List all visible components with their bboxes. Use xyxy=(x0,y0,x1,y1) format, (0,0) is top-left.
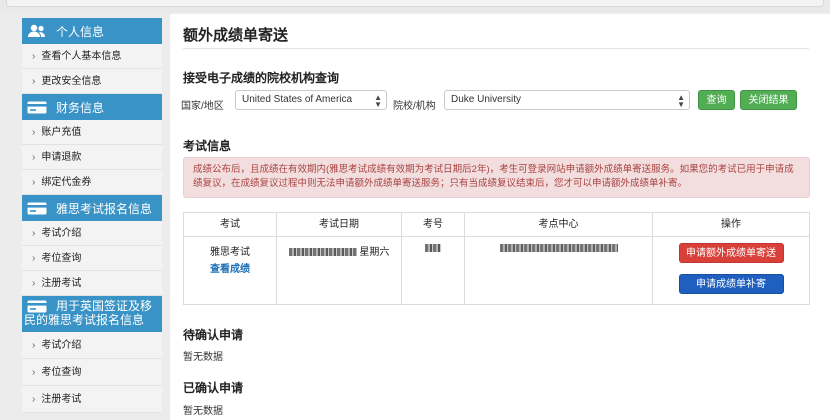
country-select-value: United States of America xyxy=(242,94,353,105)
apply-extra-transcript-button[interactable]: 申请额外成绩单寄送 xyxy=(678,243,784,263)
country-label: 国家/地区 xyxy=(181,101,224,112)
title-divider xyxy=(183,48,809,49)
column-header: 考试日期 xyxy=(276,212,402,237)
view-score-link[interactable]: 查看成绩 xyxy=(184,260,276,275)
sidebar-section-ukvi[interactable]: 用于英国签证及移 民的雅思考试报名信息 xyxy=(22,296,162,332)
chevron-right-icon: › xyxy=(32,76,36,87)
sidebar-item-label: 考位查询 xyxy=(41,367,82,378)
sidebar-item-seat-search-ukvi[interactable]: › 考位查询 xyxy=(22,359,162,386)
sidebar-item-security[interactable]: › 更改安全信息 xyxy=(22,69,162,94)
sidebar-section-finance[interactable]: 财务信息 xyxy=(22,94,162,120)
institution-select-value: Duke University xyxy=(451,94,522,105)
sidebar-item-label: 考位查询 xyxy=(41,253,82,264)
sidebar-section-title: 个人信息 xyxy=(56,24,105,39)
sidebar-item-recharge[interactable]: › 账户充值 xyxy=(22,120,162,145)
table-header-row: 考试 考试日期 考号 考点中心 操作 xyxy=(183,212,810,237)
page-title: 额外成绩单寄送 xyxy=(183,27,289,44)
sidebar-item-label: 更改安全信息 xyxy=(41,76,102,87)
search-button[interactable]: 查询 xyxy=(698,90,735,110)
confirmed-empty-text: 暂无数据 xyxy=(183,406,223,417)
sidebar-item-label: 查看个人基本信息 xyxy=(41,51,122,62)
sidebar-item-view-profile[interactable]: › 查看个人基本信息 xyxy=(22,44,162,69)
sidebar-section-title: 雅思考试报名信息 xyxy=(56,201,153,216)
chevron-right-icon: › xyxy=(32,177,36,188)
sidebar-item-exam-intro[interactable]: › 考试介绍 xyxy=(22,221,162,246)
confirmed-heading: 已确认申请 xyxy=(183,381,244,395)
redacted-test-centre xyxy=(499,244,618,253)
column-header: 考号 xyxy=(401,212,465,237)
institution-label: 院校/机构 xyxy=(393,101,436,112)
chevron-right-icon: › xyxy=(32,127,36,138)
test-centre-cell xyxy=(464,236,653,305)
sidebar-item-label: 申请退款 xyxy=(41,152,82,163)
column-header: 操作 xyxy=(652,212,810,237)
top-strip-inner xyxy=(6,0,824,7)
main-panel: 额外成绩单寄送 接受电子成绩的院校机构查询 国家/地区 United State… xyxy=(170,14,830,420)
country-select[interactable]: United States of America ▲ ▼ xyxy=(235,90,387,110)
select-arrows-icon: ▲ ▼ xyxy=(374,93,382,109)
sidebar-item-seat-search[interactable]: › 考位查询 xyxy=(22,246,162,271)
exam-table: 考试 考试日期 考号 考点中心 操作 雅思考试 查看成绩 星期六 申请额外成绩单… xyxy=(183,212,810,305)
card-icon xyxy=(26,201,48,215)
sidebar-item-register-ukvi[interactable]: › 注册考试 xyxy=(22,386,162,413)
chevron-right-icon: › xyxy=(32,367,36,378)
column-header: 考点中心 xyxy=(464,212,653,237)
redacted-candidate-number xyxy=(425,244,441,253)
sidebar: 个人信息 › 查看个人基本信息 › 更改安全信息 财务信息 › 账户充值 › 申请退款 … xyxy=(22,18,162,413)
sidebar-section-title-line2: 民的雅思考试报名信息 xyxy=(24,313,145,327)
sidebar-item-label: 绑定代金券 xyxy=(41,177,92,188)
institution-select[interactable]: Duke University ▲ ▼ xyxy=(444,90,690,110)
chevron-right-icon: › xyxy=(32,340,36,351)
actions-cell: 申请额外成绩单寄送 申请成绩单补寄 xyxy=(652,236,810,305)
sidebar-item-exam-intro-ukvi[interactable]: › 考试介绍 xyxy=(22,332,162,359)
redacted-date xyxy=(288,248,357,257)
sidebar-section-ielts[interactable]: 雅思考试报名信息 xyxy=(22,195,162,221)
sidebar-item-label: 注册考试 xyxy=(41,394,82,405)
close-results-button[interactable]: 关闭结果 xyxy=(740,90,797,110)
chevron-right-icon: › xyxy=(32,253,36,264)
exam-date-cell: 星期六 xyxy=(276,236,402,305)
exam-cell: 雅思考试 查看成绩 xyxy=(183,236,277,305)
sidebar-item-label: 考试介绍 xyxy=(41,340,82,351)
exam-weekday: 星期六 xyxy=(359,247,390,258)
chevron-right-icon: › xyxy=(32,278,36,289)
candidate-number-cell xyxy=(401,236,465,305)
sidebar-item-label: 账户充值 xyxy=(41,127,82,138)
sidebar-item-voucher[interactable]: › 绑定代金券 xyxy=(22,170,162,195)
chevron-right-icon: › xyxy=(32,51,36,62)
chevron-right-icon: › xyxy=(32,394,36,405)
sidebar-section-title: 财务信息 xyxy=(56,100,105,115)
info-alert: 成绩公布后，且成绩在有效期内(雅思考试成绩有效期为考试日期后2年)，考生可登录网… xyxy=(183,157,810,198)
query-heading: 接受电子成绩的院校机构查询 xyxy=(183,71,340,85)
apply-transcript-resend-button[interactable]: 申请成绩单补寄 xyxy=(678,274,784,294)
exam-name: 雅思考试 xyxy=(210,247,250,258)
exam-info-heading: 考试信息 xyxy=(183,139,232,153)
sidebar-item-register[interactable]: › 注册考试 xyxy=(22,271,162,296)
pending-empty-text: 暂无数据 xyxy=(183,352,223,363)
chevron-right-icon: › xyxy=(32,228,36,239)
table-row: 雅思考试 查看成绩 星期六 申请额外成绩单寄送 申请成绩单补寄 xyxy=(183,236,810,305)
sidebar-section-title-line1: 用于英国签证及移 xyxy=(56,299,153,313)
sidebar-item-label: 考试介绍 xyxy=(41,228,82,239)
users-icon xyxy=(26,24,48,38)
card-icon xyxy=(26,299,48,313)
sidebar-item-label: 注册考试 xyxy=(41,278,82,289)
column-header: 考试 xyxy=(183,212,277,237)
sidebar-item-refund[interactable]: › 申请退款 xyxy=(22,145,162,170)
pending-heading: 待确认申请 xyxy=(183,328,244,342)
sidebar-section-personal[interactable]: 个人信息 xyxy=(22,18,162,44)
card-icon xyxy=(26,100,48,114)
top-strip xyxy=(0,0,830,12)
select-arrows-icon: ▲ ▼ xyxy=(677,93,685,109)
chevron-right-icon: › xyxy=(32,152,36,163)
